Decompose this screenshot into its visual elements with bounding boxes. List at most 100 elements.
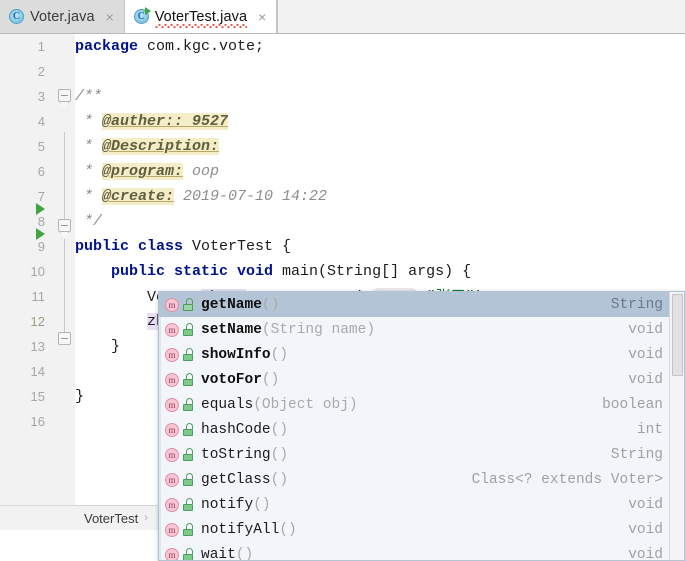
completion-item-notify[interactable]: m notify() void bbox=[159, 492, 671, 517]
editor-tab-label-text: VoterTest.java bbox=[154, 8, 248, 25]
idea-editor-window: C Voter.java × C VoterTest.java × 1 2 3 bbox=[0, 0, 685, 561]
completion-item-signature: () bbox=[270, 471, 289, 488]
line-number: 16 bbox=[30, 414, 45, 429]
completion-item-signature: () bbox=[270, 421, 289, 438]
completion-item-getname[interactable]: m getName() String bbox=[159, 292, 671, 317]
completion-item-showinfo[interactable]: m showInfo() void bbox=[159, 342, 671, 367]
completion-item-name: getClass bbox=[201, 471, 271, 488]
completion-item-votofor[interactable]: m votoFor() void bbox=[159, 367, 671, 392]
run-triangle-icon bbox=[144, 7, 151, 15]
fold-marker-tail bbox=[60, 102, 69, 109]
completion-item-return-type: boolean bbox=[602, 396, 663, 413]
method-icon: m bbox=[165, 422, 179, 437]
public-lock-icon bbox=[182, 298, 194, 311]
completion-item-signature: () bbox=[270, 346, 289, 363]
fold-marker-class[interactable] bbox=[58, 219, 71, 232]
completion-item-signature: () bbox=[270, 446, 289, 463]
completion-item-notifyall[interactable]: m notifyAll() void bbox=[159, 517, 671, 542]
completion-item-equals[interactable]: m equals (Object obj) boolean bbox=[159, 392, 671, 417]
method-icon: m bbox=[165, 497, 179, 512]
completion-item-name: notify bbox=[201, 496, 254, 513]
completion-item-name: hashCode bbox=[201, 421, 271, 438]
completion-item-signature: () bbox=[253, 496, 271, 513]
public-lock-icon bbox=[182, 398, 194, 411]
code-folding-gutter[interactable] bbox=[55, 34, 75, 505]
bottom-white-filler bbox=[0, 530, 160, 561]
completion-item-signature: () bbox=[235, 546, 254, 561]
close-icon[interactable]: × bbox=[256, 10, 268, 24]
completion-popup-scrollbar[interactable] bbox=[669, 292, 684, 560]
code-line-6: * @program: oop bbox=[75, 163, 220, 180]
public-lock-icon bbox=[182, 323, 194, 336]
line-number: 14 bbox=[30, 364, 45, 379]
public-lock-icon bbox=[182, 348, 194, 361]
method-icon: m bbox=[165, 372, 179, 387]
public-lock-icon bbox=[182, 548, 194, 560]
completion-item-return-type: void bbox=[628, 546, 663, 561]
method-icon: m bbox=[165, 297, 179, 312]
class-icon-letter: C bbox=[12, 11, 21, 22]
completion-item-setname[interactable]: m setName (String name) void bbox=[159, 317, 671, 342]
line-number: 15 bbox=[30, 389, 45, 404]
code-line-7: * @create: 2019-07-10 14:22 bbox=[75, 188, 328, 205]
code-line-10: public static void main(String[] args) { bbox=[111, 263, 472, 280]
editor-tab-label: VoterTest.java bbox=[154, 8, 248, 28]
completion-item-name: wait bbox=[201, 546, 236, 561]
fold-marker-tail bbox=[60, 232, 69, 239]
method-icon: m bbox=[165, 472, 179, 487]
editor-tab-label: Voter.java bbox=[30, 8, 95, 25]
run-gutter-icon-line10[interactable] bbox=[36, 228, 45, 240]
public-lock-icon bbox=[182, 423, 194, 436]
java-class-icon: C bbox=[9, 9, 24, 24]
completion-item-return-type: int bbox=[636, 421, 663, 438]
editor-tab-bar: C Voter.java × C VoterTest.java × bbox=[0, 0, 685, 34]
completion-item-signature: () bbox=[261, 371, 280, 388]
completion-item-tostring[interactable]: m toString() String bbox=[159, 442, 671, 467]
public-lock-icon bbox=[182, 373, 194, 386]
scrollbar-thumb[interactable] bbox=[672, 294, 683, 376]
completion-item-wait[interactable]: m wait() void bbox=[159, 542, 671, 561]
completion-item-return-type: String bbox=[610, 296, 663, 313]
completion-item-name: toString bbox=[201, 446, 271, 463]
line-number: 10 bbox=[30, 264, 45, 279]
completion-item-name: votoFor bbox=[201, 371, 262, 388]
code-line-13: } bbox=[75, 338, 121, 355]
completion-item-return-type: Class<? extends Voter> bbox=[471, 471, 663, 488]
method-icon: m bbox=[165, 347, 179, 362]
fold-marker-method-end[interactable] bbox=[58, 332, 71, 345]
editor-tab-votertest[interactable]: C VoterTest.java × bbox=[124, 0, 278, 33]
breadcrumb-item-votertest[interactable]: VoterTest bbox=[84, 511, 138, 526]
method-icon: m bbox=[165, 547, 179, 560]
completion-item-return-type: void bbox=[628, 521, 663, 538]
code-line-8: */ bbox=[75, 213, 103, 230]
public-lock-icon bbox=[182, 523, 194, 536]
completion-item-return-type: void bbox=[628, 321, 663, 338]
code-line-3: /** bbox=[75, 88, 103, 105]
line-number: 13 bbox=[30, 339, 45, 354]
line-number: 11 bbox=[31, 289, 46, 304]
code-line-9: public class VoterTest { bbox=[75, 238, 292, 255]
close-icon[interactable]: × bbox=[104, 10, 116, 24]
completion-item-getclass[interactable]: m getClass() Class<? extends Voter> bbox=[159, 467, 671, 492]
method-icon: m bbox=[165, 322, 179, 337]
completion-item-signature: (String name) bbox=[261, 321, 376, 338]
code-completion-popup[interactable]: m getName() String m setName (String name… bbox=[158, 291, 685, 561]
breadcrumb-separator: › bbox=[144, 512, 148, 524]
completion-item-list[interactable]: m getName() String m setName (String name… bbox=[159, 292, 671, 561]
error-underline bbox=[154, 23, 248, 28]
public-lock-icon bbox=[182, 473, 194, 486]
run-gutter-icon-line9[interactable] bbox=[36, 203, 45, 215]
java-class-runnable-icon: C bbox=[133, 7, 151, 24]
completion-item-hashcode[interactable]: m hashCode() int bbox=[159, 417, 671, 442]
fold-marker-javadoc[interactable] bbox=[58, 89, 71, 102]
completion-item-return-type: String bbox=[610, 446, 663, 463]
editor-tab-voter[interactable]: C Voter.java × bbox=[0, 0, 125, 33]
line-number: 12 bbox=[30, 314, 45, 329]
line-number-gutter[interactable]: 1 2 3 4 5 6 7 8 9 10 11 12 13 14 15 16 bbox=[0, 34, 55, 505]
completion-item-name: setName bbox=[201, 321, 262, 338]
tab-bar-empty-area bbox=[277, 0, 685, 33]
completion-item-name: equals bbox=[201, 396, 254, 413]
method-icon: m bbox=[165, 397, 179, 412]
public-lock-icon bbox=[182, 498, 194, 511]
completion-item-return-type: void bbox=[628, 496, 663, 513]
